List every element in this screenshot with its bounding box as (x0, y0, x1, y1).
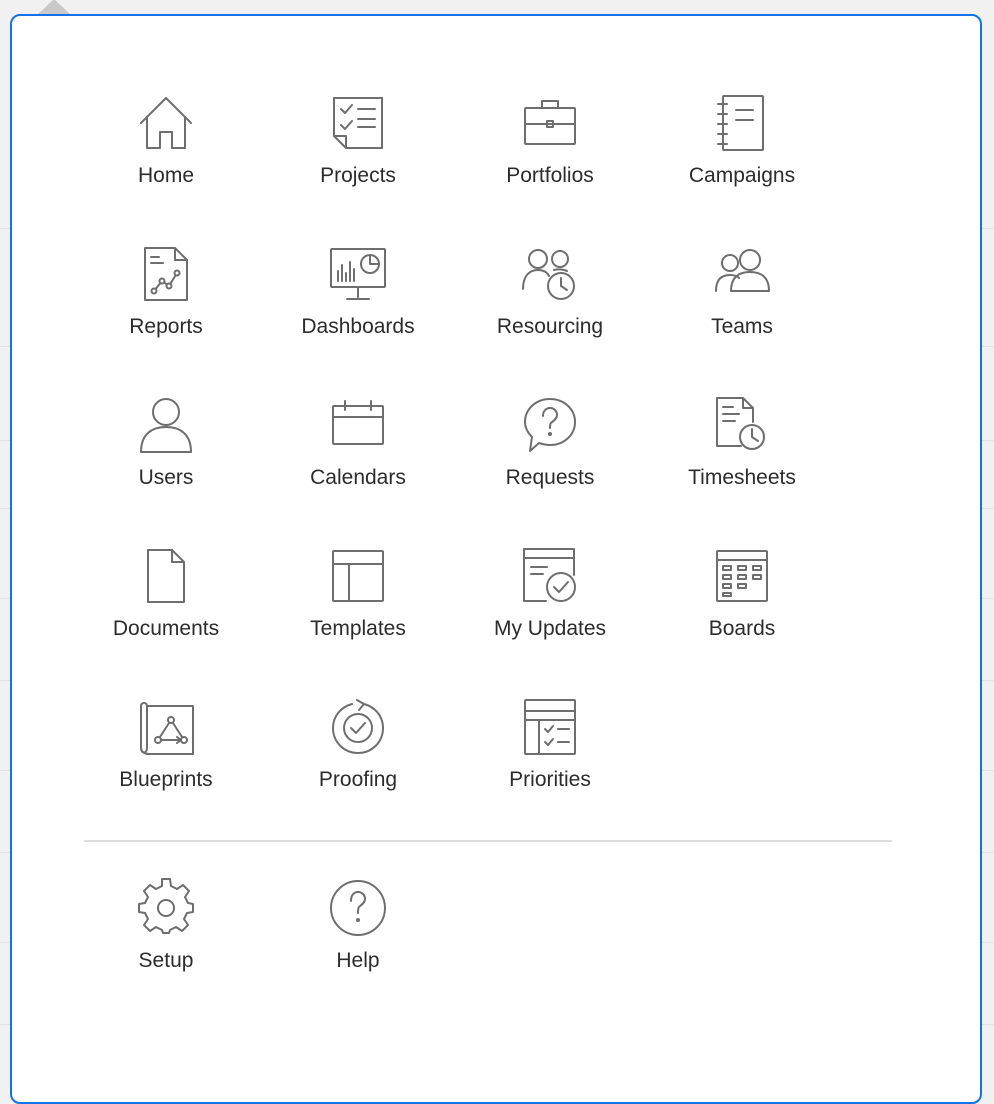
menu-item-label: Reports (129, 315, 203, 338)
user-icon (136, 394, 196, 456)
menu-item-label: Priorities (509, 768, 591, 791)
popover-caret-inner (51, 17, 81, 32)
menu-item-label: Portfolios (506, 164, 594, 187)
menu-item-help[interactable]: Help (262, 877, 454, 1028)
menu-item-label: Templates (310, 617, 406, 640)
notebook-icon (712, 92, 772, 154)
menu-item-resourcing[interactable]: Resourcing (454, 243, 646, 394)
calendar-icon (328, 394, 388, 456)
menu-item-label: Documents (112, 617, 220, 640)
menu-item-label: Requests (505, 466, 595, 489)
menu-item-timesheets[interactable]: Timesheets (646, 394, 838, 545)
menu-item-priorities[interactable]: Priorities (454, 696, 646, 847)
menu-item-teams[interactable]: Teams (646, 243, 838, 394)
menu-item-setup[interactable]: Setup (70, 877, 262, 1028)
gear-icon (136, 877, 196, 939)
proofing-icon (328, 696, 388, 758)
template-icon (328, 545, 388, 607)
teams-icon (712, 243, 772, 305)
menu-item-label: Help (336, 949, 380, 972)
menu-item-users[interactable]: Users (70, 394, 262, 545)
menu-item-campaigns[interactable]: Campaigns (646, 92, 838, 243)
menu-item-proofing[interactable]: Proofing (262, 696, 454, 847)
menu-item-label: Proofing (318, 768, 398, 791)
dashboard-icon (328, 243, 388, 305)
menu-item-label: Teams (711, 315, 773, 338)
menu-item-label: Users (138, 466, 194, 489)
main-menu-grid: Home Projects Portfolios Campaigns Repor… (70, 92, 838, 847)
menu-item-home[interactable]: Home (70, 92, 262, 243)
menu-item-portfolios[interactable]: Portfolios (454, 92, 646, 243)
menu-item-label: Timesheets (688, 466, 796, 489)
menu-item-label: Boards (708, 617, 776, 640)
resourcing-icon (520, 243, 580, 305)
timesheet-icon (712, 394, 772, 456)
menu-item-label: Projects (320, 164, 396, 187)
menu-item-reports[interactable]: Reports (70, 243, 262, 394)
menu-item-dashboards[interactable]: Dashboards (262, 243, 454, 394)
footer-menu-grid: Setup Help (70, 877, 838, 1028)
menu-item-label: Dashboards (301, 315, 415, 338)
projects-icon (328, 92, 388, 154)
menu-item-label: Home (137, 164, 195, 187)
menu-item-label: Setup (138, 949, 194, 972)
menu-item-boards[interactable]: Boards (646, 545, 838, 696)
blueprint-icon (136, 696, 196, 758)
home-icon (136, 92, 196, 154)
report-icon (136, 243, 196, 305)
menu-item-projects[interactable]: Projects (262, 92, 454, 243)
help-icon (328, 877, 388, 939)
menu-item-label: My Updates (493, 617, 607, 640)
menu-item-label: Resourcing (496, 315, 604, 338)
menu-item-calendars[interactable]: Calendars (262, 394, 454, 545)
menu-divider (84, 840, 892, 842)
document-icon (136, 545, 196, 607)
priorities-icon (520, 696, 580, 758)
menu-item-requests[interactable]: Requests (454, 394, 646, 545)
menu-item-label: Campaigns (688, 164, 796, 187)
popover-caret (37, 0, 71, 15)
menu-item-label: Blueprints (119, 768, 213, 791)
menu-item-templates[interactable]: Templates (262, 545, 454, 696)
menu-item-my-updates[interactable]: My Updates (454, 545, 646, 696)
question-bubble-icon (520, 394, 580, 456)
menu-item-documents[interactable]: Documents (70, 545, 262, 696)
board-icon (712, 545, 772, 607)
updates-icon (520, 545, 580, 607)
briefcase-icon (520, 92, 580, 154)
menu-item-blueprints[interactable]: Blueprints (70, 696, 262, 847)
menu-item-label: Calendars (310, 466, 406, 489)
